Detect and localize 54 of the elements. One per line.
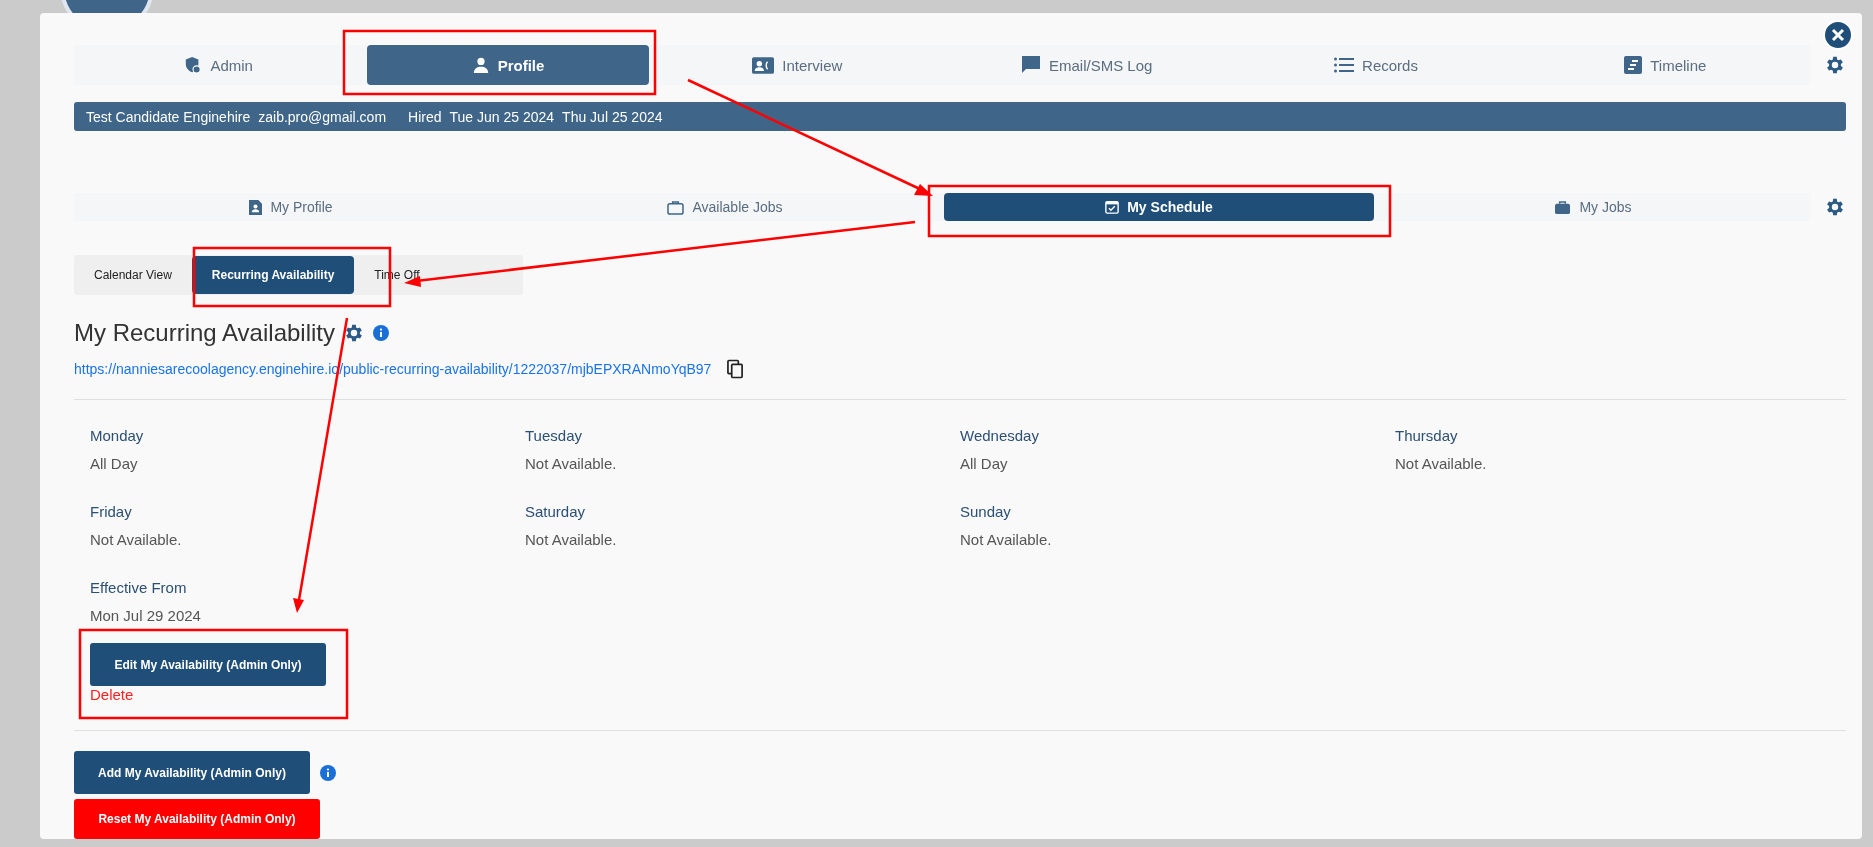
calendar-check-icon (1105, 200, 1120, 215)
day-availability: Not Available. (960, 531, 1053, 548)
settings-icon[interactable] (343, 322, 365, 344)
nav-tab[interactable]: Profile (367, 45, 649, 85)
settings-icon[interactable] (1824, 54, 1846, 76)
briefcase-icon (1554, 199, 1572, 215)
timeline-icon (1624, 56, 1643, 74)
schedule-tab[interactable]: Recurring Availability (191, 256, 355, 294)
delete-link[interactable]: Delete (90, 686, 134, 703)
end-date: Thu Jul 25 2024 (562, 108, 663, 125)
subnav-tab[interactable]: My Schedule (944, 193, 1374, 222)
day-availability: Not Available. (525, 531, 618, 548)
day-label: Friday (90, 503, 133, 520)
edit-availability-button[interactable]: Edit My Availability (Admin Only) (90, 643, 326, 686)
subnav-tab[interactable]: My Profile (76, 193, 506, 222)
candidate-email: zaib.pro@gmail.com (258, 108, 387, 125)
info-icon[interactable] (373, 325, 389, 341)
day-availability: Not Available. (90, 531, 183, 548)
info-icon[interactable] (320, 764, 336, 781)
day-availability: Not Available. (1395, 455, 1488, 472)
section-title: My Recurring Availability (74, 319, 335, 347)
briefcase-icon (667, 199, 685, 215)
person-icon (471, 56, 490, 74)
effective-label: Effective From (90, 579, 188, 596)
subnav-tab[interactable]: My Jobs (1378, 193, 1808, 222)
nav-tab[interactable]: Interview (656, 45, 938, 85)
schedule-tab[interactable]: Calendar View (74, 255, 192, 295)
candidate-name: Test Candidate Enginehire (86, 108, 251, 125)
nav-tab[interactable]: Records (1235, 45, 1517, 85)
day-label: Tuesday (525, 427, 583, 444)
shield-icon (184, 56, 203, 74)
day-availability: All Day (90, 455, 139, 472)
profile-document-icon (249, 199, 263, 215)
nav-tab[interactable]: Admin (78, 45, 360, 85)
start-date: Tue Jun 25 2024 (449, 108, 555, 125)
day-availability: All Day (960, 455, 1009, 472)
day-label: Thursday (1395, 427, 1459, 444)
list-icon (1334, 57, 1355, 73)
day-label: Monday (90, 427, 145, 444)
reset-availability-button[interactable]: Reset My Availability (Admin Only) (74, 799, 320, 839)
chat-bubble-icon (1020, 55, 1041, 75)
nav-tab[interactable]: Email/SMS Log (946, 45, 1228, 85)
candidate-status: Hired (408, 108, 442, 125)
copy-icon[interactable] (727, 359, 745, 379)
day-availability: Not Available. (525, 455, 618, 472)
add-availability-button[interactable]: Add My Availability (Admin Only) (74, 751, 310, 794)
nav-tab[interactable]: Timeline (1524, 45, 1806, 85)
day-label: Saturday (525, 503, 587, 520)
effective-date: Mon Jul 29 2024 (90, 607, 202, 624)
close-icon (1831, 28, 1845, 42)
subnav-tab[interactable]: Available Jobs (510, 193, 940, 222)
day-label: Wednesday (960, 427, 1040, 444)
day-label: Sunday (960, 503, 1012, 520)
contact-card-icon (752, 56, 775, 74)
